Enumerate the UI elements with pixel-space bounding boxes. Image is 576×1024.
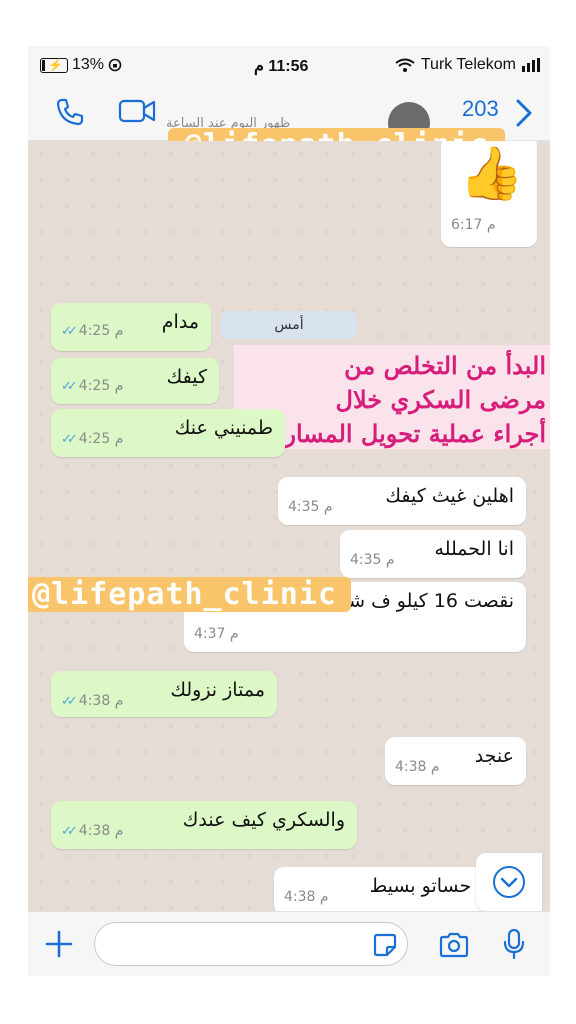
carrier-name: Turk Telekom bbox=[420, 56, 516, 73]
message-bubble-in[interactable]: اهلين غيث كيفك 4:35 م bbox=[278, 477, 526, 525]
message-text: مدام bbox=[161, 311, 199, 333]
thumbs-up-emoji: 👍 bbox=[459, 144, 524, 204]
signal-icon bbox=[522, 58, 540, 72]
message-text: ممتاز نزولك bbox=[170, 679, 265, 701]
message-time: 4:38 م bbox=[395, 759, 440, 775]
unread-count[interactable]: 203 bbox=[462, 96, 499, 122]
chat-header: ظهور اليوم عند الساعة 203 @lifepath_clin… bbox=[28, 86, 550, 163]
sticker-icon[interactable] bbox=[372, 932, 398, 958]
day-separator: أمس bbox=[221, 311, 357, 339]
message-time: 4:35 م bbox=[288, 499, 333, 515]
message-text: اهلين غيث كيفك bbox=[385, 485, 514, 507]
status-right: Turk Telekom bbox=[395, 56, 540, 74]
message-time: 4:25 م bbox=[78, 431, 124, 447]
watermark-mid: @lifepath_clinic bbox=[28, 577, 351, 612]
promo-line: البدأ من التخلص من bbox=[344, 351, 546, 380]
message-text: عنجد bbox=[474, 745, 514, 767]
message-text: طمنيني عنك bbox=[174, 417, 273, 439]
phone-screen: ⚡ 13% 11:56 م Turk Telekom ظهور اليوم عن… bbox=[28, 46, 550, 976]
message-bubble-thumb[interactable]: 👍 6:17 م bbox=[441, 141, 537, 247]
video-icon[interactable] bbox=[118, 98, 156, 124]
message-composer bbox=[28, 911, 550, 976]
message-bubble-in[interactable]: عنجد 4:38 م bbox=[385, 737, 526, 785]
message-time: 4:38 م bbox=[78, 693, 124, 709]
message-time: 4:35 م bbox=[350, 552, 395, 568]
read-ticks-icon: ✓✓ bbox=[61, 323, 78, 339]
phone-icon[interactable] bbox=[54, 96, 86, 128]
message-bubble-out[interactable]: كيفك ✓✓ 4:25 م bbox=[51, 358, 219, 404]
scroll-down-button[interactable] bbox=[476, 853, 542, 911]
clock: 11:56 م bbox=[254, 58, 309, 75]
battery-icon: ⚡ bbox=[40, 57, 68, 73]
message-bubble-out[interactable]: ممتاز نزولك ✓✓ 4:38 م bbox=[51, 671, 277, 717]
message-time: 4:25 م bbox=[78, 323, 124, 339]
charging-bolt-icon: ⚡ bbox=[48, 57, 63, 72]
message-text: كيفك bbox=[166, 366, 207, 388]
plus-icon[interactable] bbox=[44, 929, 74, 959]
chevron-down-icon bbox=[493, 866, 525, 898]
message-time: 4:38 م bbox=[284, 889, 329, 905]
battery-percent: 13% bbox=[72, 56, 105, 73]
read-ticks-icon: ✓✓ bbox=[61, 823, 78, 839]
message-text: انا الحملله bbox=[434, 538, 514, 560]
message-bubble-out[interactable]: والسكري كيف عندك ✓✓ 4:38 م bbox=[51, 801, 357, 849]
read-ticks-icon: ✓✓ bbox=[61, 378, 78, 394]
message-bubble-out[interactable]: مدام ✓✓ 4:25 م bbox=[51, 303, 211, 351]
wifi-icon bbox=[395, 58, 415, 72]
message-time: 4:38 م bbox=[78, 823, 124, 839]
message-time: 4:37 م bbox=[194, 626, 239, 642]
message-time: 4:25 م bbox=[78, 378, 124, 394]
status-bar: ⚡ 13% 11:56 م Turk Telekom bbox=[28, 46, 550, 86]
battery-fill bbox=[42, 59, 46, 71]
message-text: والسكري كيف عندك bbox=[182, 809, 345, 831]
mic-icon[interactable] bbox=[502, 928, 526, 960]
message-input[interactable] bbox=[94, 922, 408, 966]
chevron-right-icon[interactable] bbox=[514, 98, 534, 128]
chat-area[interactable]: 👍 6:17 م أمس البدأ من التخلص من مرضى الس… bbox=[28, 141, 550, 911]
message-time: 6:17 م bbox=[451, 217, 496, 233]
message-bubble-out[interactable]: طمنيني عنك ✓✓ 4:25 م bbox=[51, 409, 285, 457]
camera-icon[interactable] bbox=[438, 932, 470, 958]
lock-rotation-icon bbox=[108, 58, 122, 72]
status-left: ⚡ 13% bbox=[40, 56, 122, 74]
read-ticks-icon: ✓✓ bbox=[61, 693, 78, 709]
message-bubble-in[interactable]: انا الحملله 4:35 م bbox=[340, 530, 526, 578]
read-ticks-icon: ✓✓ bbox=[61, 431, 78, 447]
